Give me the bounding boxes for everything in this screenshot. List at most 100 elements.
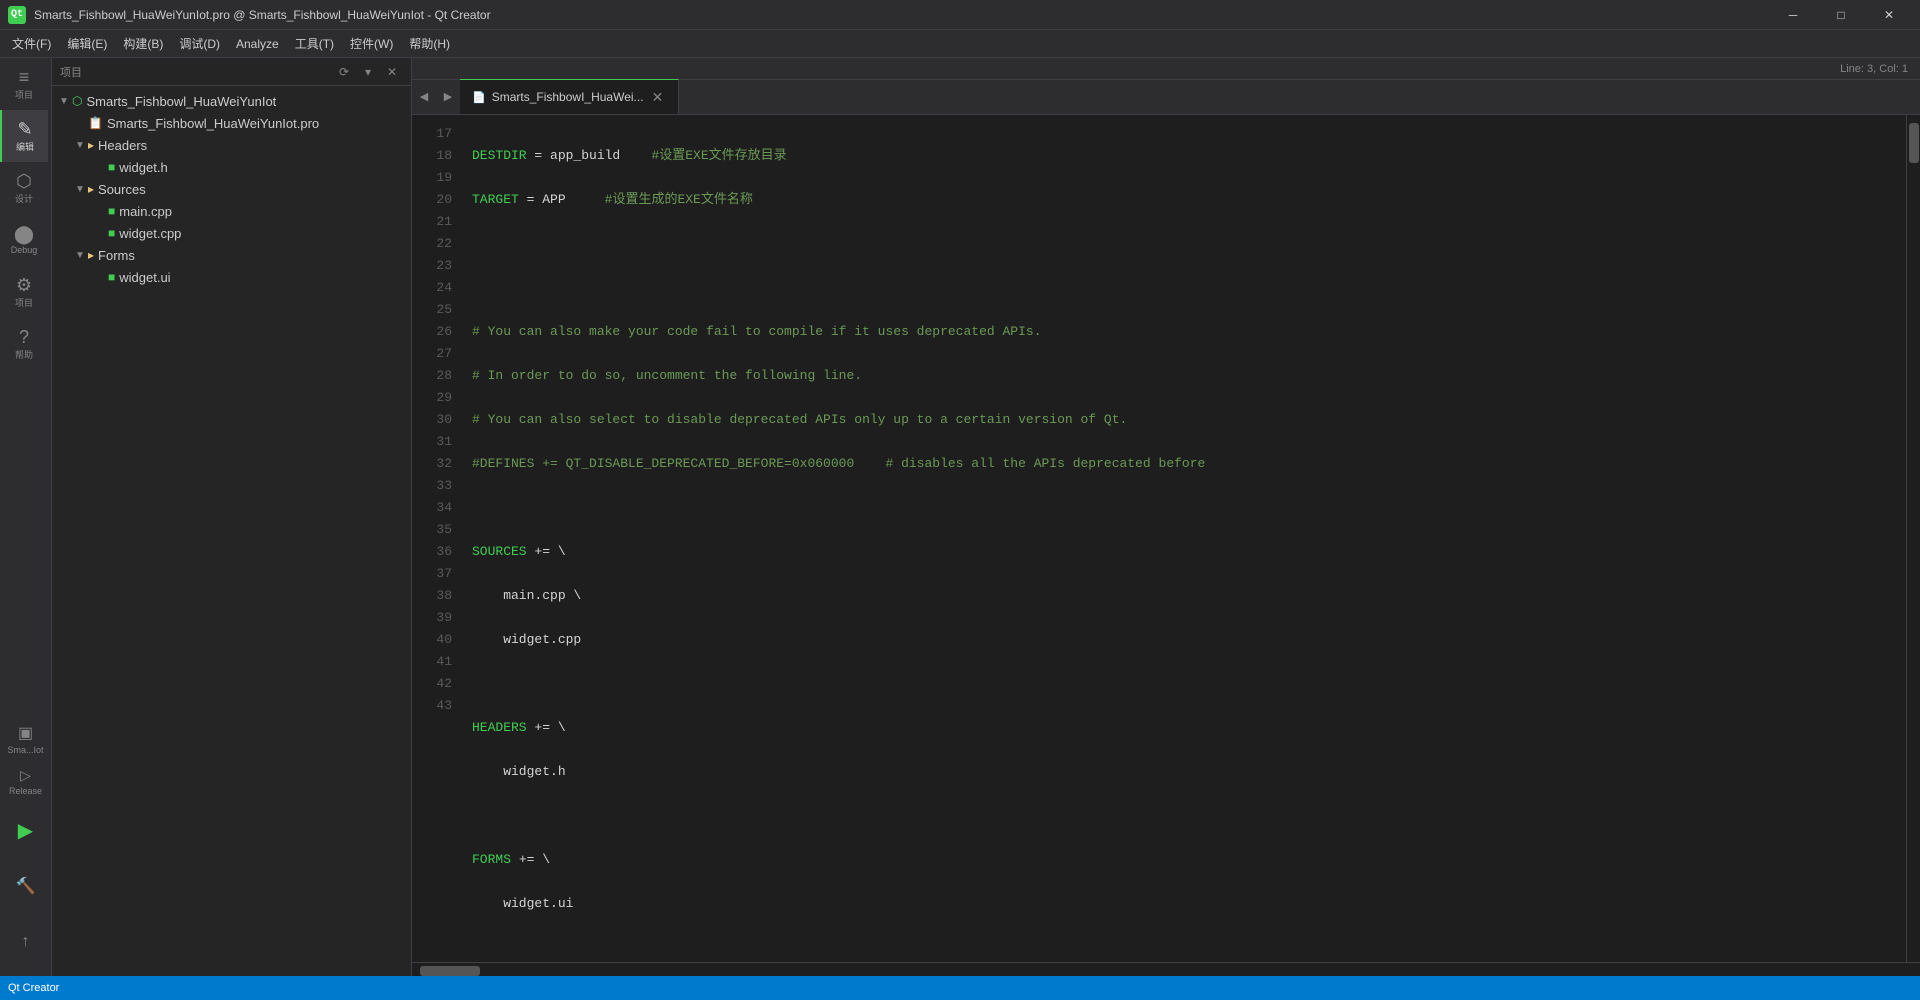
code-line-31: widget.h [472, 761, 1906, 783]
edit-label: 编辑 [16, 140, 34, 153]
vertical-scrollbar[interactable] [1906, 115, 1920, 962]
cursor-position: Line: 3, Col: 1 [1840, 63, 1908, 75]
window-controls: ─ □ ✕ [1770, 0, 1912, 30]
code-line-35 [472, 937, 1906, 959]
title-bar: Qt Smarts_Fishbowl_HuaWeiYunIot.pro @ Sm… [0, 0, 1920, 30]
folder-icon-forms: ▸ [88, 248, 94, 262]
tree-widget-ui: widget.ui [119, 270, 170, 285]
pro-file-icon: 📋 [88, 116, 103, 130]
tree-item-main-cpp[interactable]: ■ main.cpp [52, 200, 411, 222]
bottom-status-bar: Qt Creator [0, 976, 1920, 1000]
tree-sources-label: Sources [98, 182, 146, 197]
code-content[interactable]: DESTDIR = app_build #设置EXE文件存放目录 TARGET … [464, 115, 1906, 962]
menu-edit[interactable]: 编辑(E) [59, 31, 115, 56]
tree-item-headers-folder[interactable]: ▼ ▸ Headers [52, 134, 411, 156]
code-line-22: # In order to do so, uncomment the follo… [472, 365, 1906, 387]
build-all-icon: 🔨 [16, 876, 36, 896]
sidebar-icon-settings[interactable]: ⚙ 项目 [0, 266, 48, 318]
tab-next-button[interactable]: ▶ [436, 79, 460, 114]
kit-selector[interactable]: ▣ Sma...Iot [0, 719, 52, 759]
code-line-33: FORMS += \ [472, 849, 1906, 871]
menu-tools[interactable]: 工具(T) [287, 31, 342, 56]
line-numbers: 17 18 19 20 21 22 23 24 25 26 27 28 29 3… [412, 115, 464, 962]
debug-label: Debug [11, 245, 38, 255]
menu-build[interactable]: 构建(B) [115, 31, 171, 56]
editor-panel: Line: 3, Col: 1 ◀ ▶ 📄 Smarts_FishbowI_Hu… [412, 58, 1920, 976]
tree-pro-file: Smarts_Fishbowl_HuaWeiYunIot.pro [107, 116, 319, 131]
close-button[interactable]: ✕ [1866, 0, 1912, 30]
tree-widget-cpp: widget.cpp [119, 226, 181, 241]
build-config[interactable]: ▷ Release [1, 763, 50, 800]
sidebar-icon-debug[interactable]: ⬤ Debug [0, 214, 48, 266]
tab-file-icon: 📄 [472, 91, 486, 104]
deploy-icon: ↑ [22, 933, 30, 951]
code-line-25 [472, 497, 1906, 519]
file-tree-header: 项目 ⟳ ▾ ✕ [52, 58, 411, 86]
filter-tree-button[interactable]: ▾ [357, 61, 379, 83]
tree-item-widget-cpp[interactable]: ■ widget.cpp [52, 222, 411, 244]
menu-help[interactable]: 帮助(H) [401, 31, 458, 56]
tab-prev-button[interactable]: ◀ [412, 79, 436, 114]
tree-widget-h: widget.h [119, 160, 167, 175]
sidebar-icon-project[interactable]: ≡ 项目 [0, 58, 48, 110]
code-line-34: widget.ui [472, 893, 1906, 915]
minimize-button[interactable]: ─ [1770, 0, 1816, 30]
sources-arrow: ▼ [72, 184, 88, 195]
horizontal-scrollbar[interactable] [412, 962, 1920, 976]
code-line-28: widget.cpp [472, 629, 1906, 651]
editor-tab-pro[interactable]: 📄 Smarts_FishbowI_HuaWei... ✕ [460, 79, 679, 114]
forms-arrow: ▼ [72, 250, 88, 261]
file-tree-content: ▼ ⬡ Smarts_Fishbowl_HuaWeiYunIot 📋 Smart… [52, 86, 411, 976]
tree-headers-label: Headers [98, 138, 147, 153]
h-file-icon: ■ [108, 160, 115, 174]
sidebar-icon-design[interactable]: ⬡ 设计 [0, 162, 48, 214]
tab-label: Smarts_FishbowI_HuaWei... [492, 90, 644, 104]
code-line-27: main.cpp \ [472, 585, 1906, 607]
code-line-24: #DEFINES += QT_DISABLE_DEPRECATED_BEFORE… [472, 453, 1906, 475]
release-label: Release [9, 786, 42, 796]
ui-file-icon: ■ [108, 270, 115, 284]
tree-item-widget-ui[interactable]: ■ widget.ui [52, 266, 411, 288]
tree-item-sources-folder[interactable]: ▼ ▸ Sources [52, 178, 411, 200]
sidebar-icon-edit[interactable]: ✎ 编辑 [0, 110, 48, 162]
maximize-button[interactable]: □ [1818, 0, 1864, 30]
main-layout: ≡ 项目 ✎ 编辑 ⬡ 设计 ⬤ Debug ⚙ 项目 ? 帮助 ▣ Sma. [0, 58, 1920, 976]
code-line-18: TARGET = APP #设置生成的EXE文件名称 [472, 189, 1906, 211]
code-line-20 [472, 277, 1906, 299]
tab-close-button[interactable]: ✕ [650, 89, 666, 105]
tree-item-root[interactable]: ▼ ⬡ Smarts_Fishbowl_HuaWeiYunIot [52, 90, 411, 112]
design-icon: ⬡ [16, 172, 32, 190]
build-all-button[interactable]: 🔨 [2, 860, 50, 912]
help-icon: ? [19, 328, 29, 346]
code-main: 17 18 19 20 21 22 23 24 25 26 27 28 29 3… [412, 115, 1920, 962]
cpp-file-icon-widget: ■ [108, 226, 115, 240]
build-icon: ▷ [20, 767, 31, 784]
menu-controls[interactable]: 控件(W) [342, 31, 401, 56]
sync-tree-button[interactable]: ⟳ [333, 61, 355, 83]
menu-file[interactable]: 文件(F) [4, 31, 59, 56]
code-wrapper: 17 18 19 20 21 22 23 24 25 26 27 28 29 3… [412, 115, 1920, 976]
tree-project-name: Smarts_Fishbowl_HuaWeiYunIot [86, 94, 276, 109]
code-line-30: HEADERS += \ [472, 717, 1906, 739]
tree-item-forms-folder[interactable]: ▼ ▸ Forms [52, 244, 411, 266]
code-line-19 [472, 233, 1906, 255]
menu-analyze[interactable]: Analyze [228, 33, 287, 55]
tree-item-pro[interactable]: 📋 Smarts_Fishbowl_HuaWeiYunIot.pro [52, 112, 411, 134]
code-line-32 [472, 805, 1906, 827]
debug-icon: ⬤ [14, 225, 34, 243]
app-logo: Qt [8, 6, 26, 24]
code-line-21: # You can also make your code fail to co… [472, 321, 1906, 343]
project-label: 项目 [15, 88, 33, 101]
run-button[interactable]: ▶ [2, 804, 50, 856]
left-icon-panel: ≡ 项目 ✎ 编辑 ⬡ 设计 ⬤ Debug ⚙ 项目 ? 帮助 ▣ Sma. [0, 58, 52, 976]
menu-debug[interactable]: 调试(D) [171, 31, 228, 56]
kit-icon: ▣ [18, 723, 33, 743]
project-file-icon: ⬡ [72, 94, 82, 108]
settings-label: 项目 [15, 296, 33, 309]
menu-bar: 文件(F) 编辑(E) 构建(B) 调试(D) Analyze 工具(T) 控件… [0, 30, 1920, 58]
top-status-bar: Line: 3, Col: 1 [412, 58, 1920, 80]
close-tree-button[interactable]: ✕ [381, 61, 403, 83]
deploy-button[interactable]: ↑ [2, 916, 50, 968]
sidebar-icon-help[interactable]: ? 帮助 [0, 318, 48, 370]
tree-item-widget-h[interactable]: ■ widget.h [52, 156, 411, 178]
